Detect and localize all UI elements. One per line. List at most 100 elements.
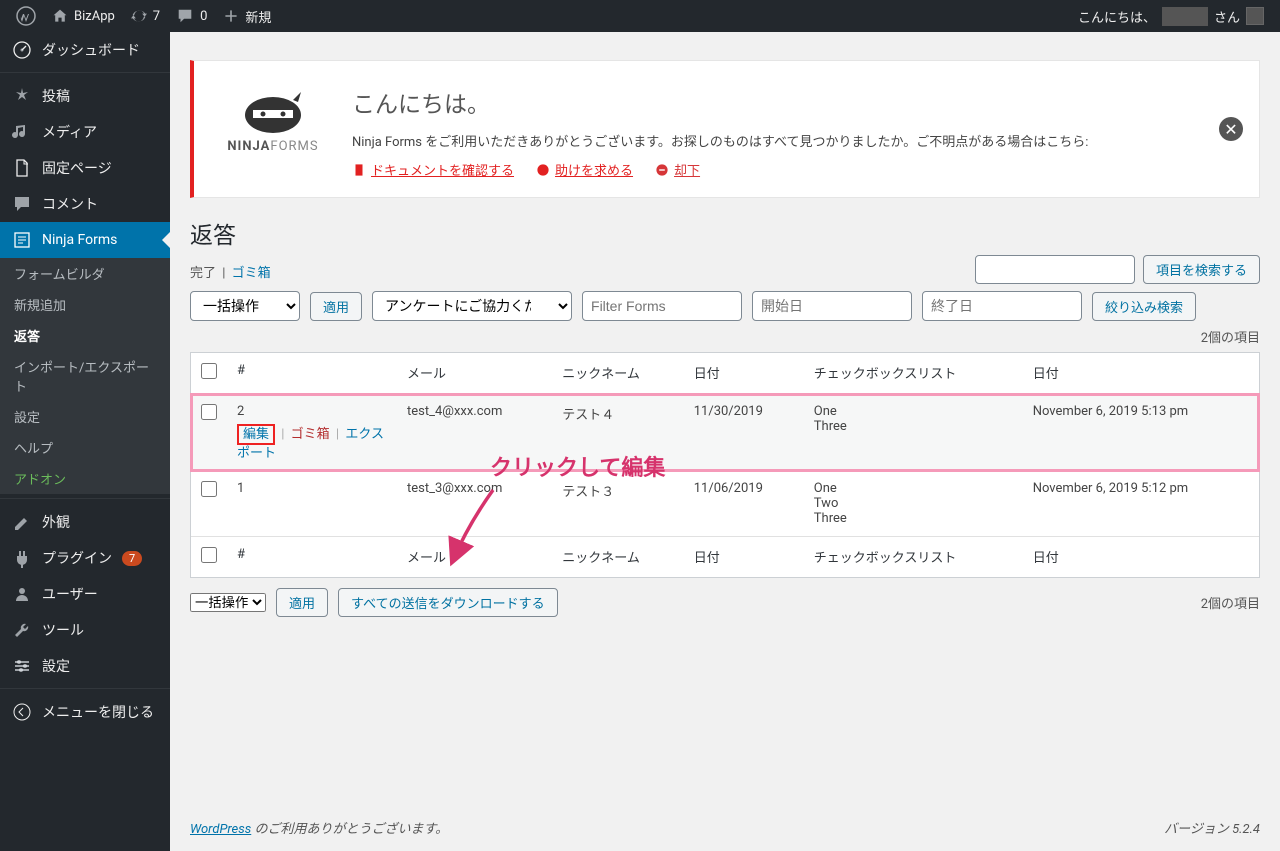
comments[interactable]: 0 — [168, 0, 215, 32]
menu-label: メディア — [42, 122, 97, 142]
menu-appearance[interactable]: 外観 — [0, 504, 170, 540]
submenu-ninja-forms: フォームビルダ 新規追加 返答 インポート/エクスポート 設定 ヘルプ アドオン — [0, 258, 170, 494]
wordpress-link[interactable]: WordPress — [190, 822, 251, 837]
logo-text-ninja: NINJA — [227, 139, 270, 154]
bulk-action-select[interactable]: 一括操作 — [190, 291, 300, 321]
row-checkbox[interactable] — [201, 481, 217, 497]
col-date1[interactable]: 日付 — [684, 353, 804, 394]
menu-label: コメント — [42, 194, 98, 214]
bulk-action-select-bottom[interactable]: 一括操作 — [190, 593, 266, 612]
cell-date2: November 6, 2019 5:13 pm — [1023, 394, 1259, 471]
admin-sidebar: ダッシュボード 投稿 メディア 固定ページ コメント Ninja Forms フ… — [0, 32, 170, 851]
logo-text-forms: FORMS — [270, 139, 318, 154]
footer-thanks: のご利用ありがとうございます。 — [251, 822, 448, 837]
dismiss-icon[interactable]: ✕ — [1219, 117, 1243, 141]
site-home[interactable]: BizApp — [44, 0, 123, 32]
new-content[interactable]: 新規 — [215, 0, 279, 32]
status-done[interactable]: 完了 — [190, 266, 216, 281]
apply-button-bottom[interactable]: 適用 — [276, 588, 328, 617]
updates-count: 7 — [153, 9, 160, 24]
select-all-checkbox[interactable] — [201, 363, 217, 379]
col-num[interactable]: # — [227, 536, 397, 577]
menu-label: ダッシュボード — [42, 40, 140, 60]
submenu-add-new[interactable]: 新規追加 — [0, 289, 170, 320]
menu-dashboard[interactable]: ダッシュボード — [0, 32, 170, 68]
col-date2[interactable]: 日付 — [1023, 536, 1259, 577]
submenu-help[interactable]: ヘルプ — [0, 432, 170, 463]
menu-comments[interactable]: コメント — [0, 186, 170, 222]
submenu-import-export[interactable]: インポート/エクスポート — [0, 351, 170, 401]
menu-ninja-forms[interactable]: Ninja Forms — [0, 222, 170, 258]
help-link[interactable]: 助けを求める — [536, 160, 633, 179]
submenu-addons[interactable]: アドオン — [0, 463, 170, 494]
new-label: 新規 — [245, 7, 271, 26]
submenu-form-builder[interactable]: フォームビルダ — [0, 258, 170, 289]
account-greeting[interactable]: こんにちは、 さん — [1070, 0, 1272, 32]
col-date2[interactable]: 日付 — [1023, 353, 1259, 394]
collapse-label: メニューを閉じる — [42, 702, 154, 722]
menu-tools[interactable]: ツール — [0, 612, 170, 648]
col-nickname[interactable]: ニックネーム — [552, 536, 683, 577]
filter-button[interactable]: 絞り込み検索 — [1092, 292, 1196, 321]
menu-media[interactable]: メディア — [0, 114, 170, 150]
avatar — [1246, 7, 1264, 25]
cell-num: 1 — [227, 471, 397, 536]
decline-link[interactable]: 却下 — [655, 160, 700, 179]
wp-logo[interactable] — [8, 0, 44, 32]
apply-button[interactable]: 適用 — [310, 292, 362, 321]
edit-link[interactable]: 編集 — [237, 424, 275, 445]
col-checklist[interactable]: チェックボックスリスト — [804, 536, 1023, 577]
menu-label: 設定 — [42, 656, 70, 676]
ninja-forms-logo: NINJAFORMS — [218, 85, 328, 179]
updates[interactable]: 7 — [123, 0, 168, 32]
doc-link[interactable]: ドキュメントを確認する — [352, 160, 514, 179]
filter-forms-input[interactable] — [582, 291, 742, 321]
row-checkbox[interactable] — [201, 404, 217, 420]
cell-email: test_4@xxx.com — [397, 394, 552, 471]
select-all-checkbox-bottom[interactable] — [201, 547, 217, 563]
menu-label: ツール — [42, 620, 84, 640]
search-input[interactable] — [975, 255, 1135, 284]
cell-checklist: One Three — [804, 394, 1023, 471]
search-button[interactable]: 項目を検索する — [1143, 255, 1260, 284]
end-date-input[interactable] — [922, 291, 1082, 321]
doc-link-label: ドキュメントを確認する — [371, 160, 514, 179]
menu-pages[interactable]: 固定ページ — [0, 150, 170, 186]
form-select[interactable]: アンケートにご協力ください — [372, 291, 572, 321]
menu-label: 外観 — [42, 512, 70, 532]
items-count-bottom: 2個の項目 — [1201, 593, 1260, 612]
content-area: 表示オプション ▼ NINJAFORMS こんにちは。 Ninja Forms … — [170, 32, 1280, 851]
filter-row: 一括操作 適用 アンケートにご協力ください 絞り込み検索 — [190, 291, 1260, 321]
site-name: BizApp — [74, 9, 115, 24]
menu-posts[interactable]: 投稿 — [0, 78, 170, 114]
menu-label: Ninja Forms — [42, 232, 117, 248]
start-date-input[interactable] — [752, 291, 912, 321]
submenu-submissions[interactable]: 返答 — [0, 320, 170, 351]
col-email[interactable]: メール — [397, 353, 552, 394]
status-trash[interactable]: ゴミ箱 — [232, 266, 271, 281]
comments-count: 0 — [200, 9, 207, 24]
menu-label: 固定ページ — [42, 158, 112, 178]
welcome-panel: NINJAFORMS こんにちは。 Ninja Forms をご利用いただきあり… — [190, 60, 1260, 198]
submenu-settings[interactable]: 設定 — [0, 401, 170, 432]
col-email[interactable]: メール — [397, 536, 552, 577]
collapse-menu[interactable]: メニューを閉じる — [0, 694, 170, 730]
trash-link[interactable]: ゴミ箱 — [291, 427, 330, 442]
menu-settings[interactable]: 設定 — [0, 648, 170, 684]
plugin-updates-badge: 7 — [122, 551, 142, 566]
cell-num: 2 — [237, 404, 244, 419]
download-all-button[interactable]: すべての送信をダウンロードする — [338, 588, 558, 617]
col-nickname[interactable]: ニックネーム — [552, 353, 683, 394]
cell-email: test_3@xxx.com — [397, 471, 552, 536]
row-actions: 編集 | ゴミ箱 | エクスポート — [237, 423, 387, 461]
col-num[interactable]: # — [227, 353, 397, 394]
items-count: 2個の項目 — [190, 327, 1260, 346]
menu-label: 投稿 — [42, 86, 70, 106]
version-text: バージョン 5.2.4 — [1164, 818, 1260, 837]
menu-users[interactable]: ユーザー — [0, 576, 170, 612]
col-checklist[interactable]: チェックボックスリスト — [804, 353, 1023, 394]
menu-plugins[interactable]: プラグイン7 — [0, 540, 170, 576]
col-date1[interactable]: 日付 — [684, 536, 804, 577]
cell-nickname: テスト４ — [552, 394, 683, 471]
wp-footer: WordPress のご利用ありがとうございます。 バージョン 5.2.4 — [170, 804, 1280, 851]
